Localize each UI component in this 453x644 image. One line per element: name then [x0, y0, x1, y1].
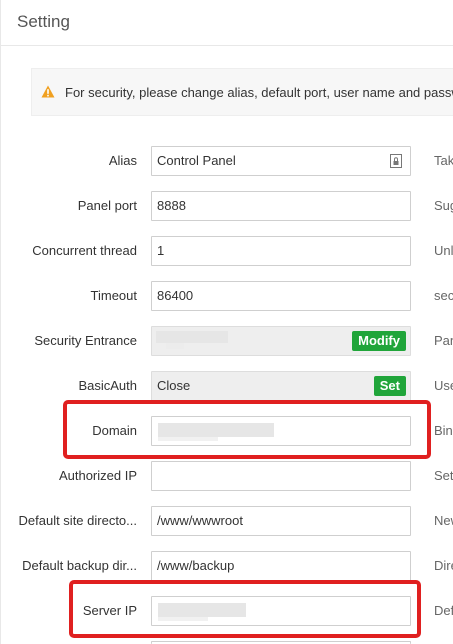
alias-label: Alias: [108, 153, 137, 168]
redacted-text: [156, 331, 228, 343]
alias-hint: Tak: [434, 153, 453, 168]
default-site-directory-value: /www/wwwroot: [157, 513, 243, 528]
concurrent-thread-field[interactable]: 1: [151, 236, 411, 266]
concurrent-thread-label: Concurrent thread: [32, 243, 137, 258]
panel-header: Setting: [1, 0, 453, 46]
redacted-text: [166, 343, 184, 349]
server-ip-highlight-box: [69, 580, 421, 638]
default-backup-directory-hint: Dire: [434, 558, 453, 573]
basicauth-value: Close: [157, 378, 191, 393]
alias-value: Control Panel: [157, 153, 236, 168]
panel-port-label: Panel port: [77, 198, 137, 213]
alert-text: For security, please change alias, defau…: [65, 85, 453, 100]
default-backup-directory-field[interactable]: /www/backup: [151, 551, 411, 581]
authorized-ip-label: Authorized IP: [58, 468, 137, 483]
timeout-label: Timeout: [90, 288, 137, 303]
timeout-value: 86400: [157, 288, 194, 303]
set-button[interactable]: Set: [373, 376, 406, 396]
alias-field[interactable]: Control Panel: [151, 146, 411, 176]
settings-panel: Setting For security, please change alia…: [0, 0, 453, 644]
authorized-ip-hint: Set: [434, 468, 453, 483]
basicauth-label: BasicAuth: [78, 378, 137, 393]
panel-title: Setting: [17, 12, 70, 31]
domain-highlight-box: [63, 400, 431, 459]
basicauth-hint: Use: [434, 378, 453, 393]
security-alert: For security, please change alias, defau…: [31, 68, 453, 116]
authorized-ip-field[interactable]: [151, 461, 411, 491]
security-entrance-label: Security Entrance: [34, 333, 137, 348]
domain-hint: Bin: [434, 423, 453, 438]
modify-button[interactable]: Modify: [352, 331, 406, 351]
default-backup-directory-label: Default backup dir...: [22, 558, 137, 573]
document-lock-icon[interactable]: [390, 154, 402, 168]
panel-port-hint: Sug: [434, 198, 453, 213]
concurrent-thread-hint: Unl: [434, 243, 453, 258]
panel-port-value: 8888: [157, 198, 186, 213]
security-entrance-field: Modify: [151, 326, 411, 356]
warning-icon: [41, 85, 55, 98]
default-site-directory-hint: New: [434, 513, 453, 528]
basicauth-field: Close Set: [151, 371, 411, 401]
timeout-hint: sec: [434, 288, 453, 303]
default-site-directory-label: Default site directo...: [18, 513, 138, 528]
concurrent-thread-value: 1: [157, 243, 165, 258]
timeout-field[interactable]: 86400: [151, 281, 411, 311]
default-backup-directory-value: /www/backup: [157, 558, 235, 573]
default-site-directory-field[interactable]: /www/wwwroot: [151, 506, 411, 536]
server-ip-hint: Def: [434, 603, 453, 618]
security-entrance-hint: Pan: [434, 333, 453, 348]
panel-port-field[interactable]: 8888: [151, 191, 411, 221]
